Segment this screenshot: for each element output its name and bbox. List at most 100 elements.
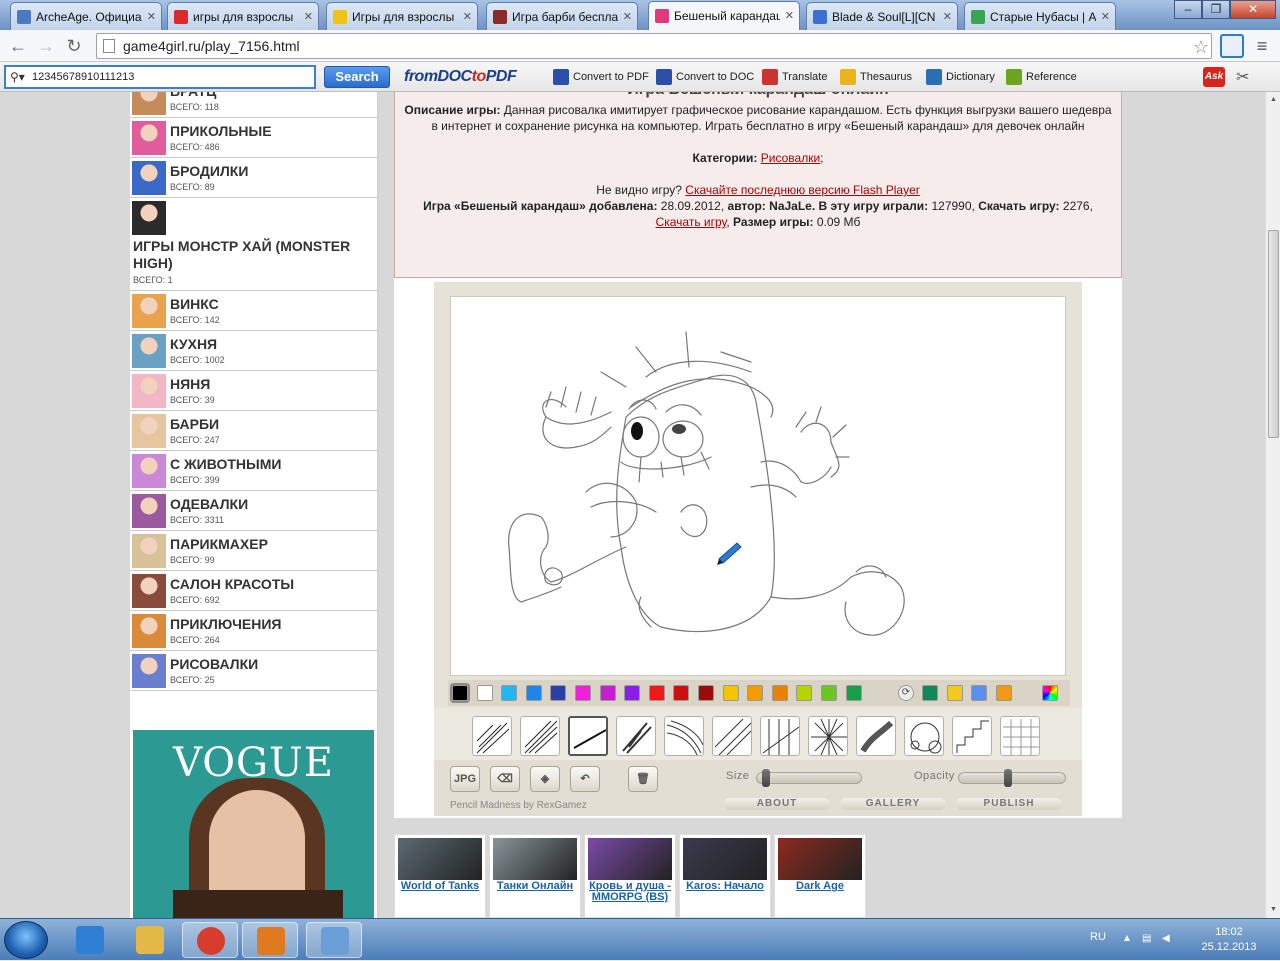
related-game-link[interactable]: Dark Age: [775, 881, 865, 892]
address-bar[interactable]: game4girl.ru/play_7156.html ☆: [96, 33, 1212, 59]
brush-circles[interactable]: [904, 716, 944, 756]
start-button-icon[interactable]: [4, 921, 48, 959]
trash-icon[interactable]: 🗑: [628, 766, 658, 792]
color-swatch[interactable]: [698, 685, 714, 701]
fromdoctopdf-logo[interactable]: fromDOCtoPDF: [404, 68, 517, 86]
taskbar-app-button[interactable]: [122, 922, 178, 958]
publish-button[interactable]: PUBLISH: [956, 798, 1062, 810]
ask-logo-icon[interactable]: Ask: [1203, 67, 1225, 87]
color-swatch[interactable]: [450, 683, 470, 703]
brush-radial[interactable]: [808, 716, 848, 756]
forward-button[interactable]: →: [34, 34, 58, 58]
sidebar-category[interactable]: ПРИКЛЮЧЕНИЯ ВСЕГО: 264: [130, 611, 378, 651]
browser-tab[interactable]: Старые Нубасы | A ✕: [964, 2, 1116, 30]
close-button[interactable]: ✕: [1230, 0, 1276, 19]
color-swatch[interactable]: [599, 685, 616, 701]
related-game-link[interactable]: World of Tanks: [395, 881, 485, 892]
extension-icon[interactable]: [1220, 34, 1244, 58]
taskbar-app-button[interactable]: [182, 922, 238, 958]
sidebar-category[interactable]: КУХНЯ ВСЕГО: 1002: [130, 331, 378, 371]
color-swatch[interactable]: [575, 685, 591, 701]
scrollbar-thumb[interactable]: [1268, 230, 1279, 438]
ask-toolbar-item[interactable]: Convert to PDF: [553, 69, 649, 85]
bookmark-star-icon[interactable]: ☆: [1193, 35, 1209, 59]
color-swatch[interactable]: [922, 685, 938, 701]
sidebar-category[interactable]: САЛОН КРАСОТЫ ВСЕГО: 692: [130, 571, 378, 611]
brush-grid[interactable]: [1000, 716, 1040, 756]
toolbar-settings-icon[interactable]: ✂: [1236, 67, 1249, 87]
size-slider-knob[interactable]: [761, 769, 770, 787]
brush-lines[interactable]: [712, 716, 752, 756]
sidebar-category[interactable]: НЯНЯ ВСЕГО: 39: [130, 371, 378, 411]
related-game-card[interactable]: World of Tanks: [394, 834, 486, 918]
drawing-canvas[interactable]: [450, 296, 1066, 676]
sidebar-category[interactable]: С ЖИВОТНЫМИ ВСЕГО: 399: [130, 451, 378, 491]
minimize-button[interactable]: –: [1174, 0, 1202, 19]
browser-tab[interactable]: Игры для взрослы ✕: [326, 2, 478, 30]
brush-scribble[interactable]: [472, 716, 512, 756]
page-scrollbar[interactable]: ▲ ▼: [1265, 92, 1280, 918]
taskbar-app-button[interactable]: [62, 922, 118, 958]
volume-icon[interactable]: ◀: [1162, 933, 1174, 945]
back-button[interactable]: ←: [6, 34, 30, 58]
menu-wrench-icon[interactable]: ≡: [1250, 34, 1274, 58]
color-swatch[interactable]: [971, 685, 988, 701]
browser-tab[interactable]: игры для взрослы ✕: [167, 2, 319, 30]
related-game-link[interactable]: Karos: Начало: [680, 881, 770, 892]
opacity-slider[interactable]: [958, 769, 1066, 787]
related-game-thumbnail[interactable]: [588, 838, 672, 880]
opacity-slider-knob[interactable]: [1004, 769, 1012, 787]
gallery-button[interactable]: GALLERY: [840, 798, 946, 810]
download-game-link[interactable]: Скачать игру: [656, 215, 727, 229]
color-swatch[interactable]: [747, 685, 764, 701]
brush-curves[interactable]: [664, 716, 704, 756]
tray-arrow-icon[interactable]: ▲: [1122, 933, 1134, 945]
color-swatch[interactable]: [796, 685, 813, 701]
ask-toolbar-item[interactable]: Dictionary: [926, 69, 995, 85]
vogue-ad-banner[interactable]: VOGUE: [133, 730, 374, 918]
network-icon[interactable]: ▤: [1142, 933, 1154, 945]
size-slider[interactable]: [756, 769, 862, 787]
brush-smudge[interactable]: [856, 716, 896, 756]
ask-search-button[interactable]: Search: [324, 66, 390, 88]
color-swatch[interactable]: [845, 685, 862, 701]
color-swatch[interactable]: [525, 685, 542, 701]
tab-close-icon[interactable]: ✕: [1101, 10, 1110, 23]
tab-close-icon[interactable]: ✕: [943, 10, 952, 23]
color-swatch[interactable]: [946, 685, 963, 701]
color-swatch[interactable]: [673, 685, 690, 701]
color-swatch[interactable]: [995, 685, 1012, 701]
related-game-link[interactable]: Кровь и душа - MMORPG (BS): [585, 881, 675, 903]
eraser-icon[interactable]: ⌫: [490, 766, 520, 792]
related-game-card[interactable]: Кровь и душа - MMORPG (BS): [584, 834, 676, 918]
system-clock[interactable]: 18:02 25.12.2013: [1186, 925, 1272, 955]
sidebar-category[interactable]: ИГРЫ МОНСТР ХАЙ (MONSTER HIGH) ВСЕГО: 1: [130, 198, 378, 291]
undo-icon[interactable]: ↶: [570, 766, 600, 792]
sidebar-category[interactable]: БАРБИ ВСЕГО: 247: [130, 411, 378, 451]
color-swatch[interactable]: [550, 685, 567, 701]
brush-steps[interactable]: [952, 716, 992, 756]
brush-charcoal[interactable]: [616, 716, 656, 756]
reload-button[interactable]: ↻: [62, 34, 86, 58]
save-jpg-button[interactable]: JPG: [450, 766, 480, 792]
ask-toolbar-item[interactable]: Translate: [762, 69, 827, 85]
about-button[interactable]: ABOUT: [724, 798, 830, 810]
language-indicator[interactable]: RU: [1090, 931, 1106, 943]
ask-toolbar-item[interactable]: Reference: [1006, 69, 1077, 85]
taskbar-app-button[interactable]: [306, 922, 362, 958]
sidebar-category[interactable]: ПРИКОЛЬНЫЕ ВСЕГО: 486: [130, 118, 378, 158]
sidebar-category[interactable]: БРАТЦ ВСЕГО: 118: [130, 92, 378, 118]
fill-bucket-icon[interactable]: ◈: [530, 766, 560, 792]
tab-close-icon[interactable]: ✕: [463, 10, 472, 23]
related-game-thumbnail[interactable]: [398, 838, 482, 880]
brush-pencil-selected[interactable]: [568, 716, 608, 756]
tab-close-icon[interactable]: ✕: [147, 10, 156, 23]
brush-hatch[interactable]: [520, 716, 560, 756]
related-game-card[interactable]: Karos: Начало: [679, 834, 771, 918]
flash-player-link[interactable]: Скачайте последнюю версию Flash Player: [685, 183, 919, 197]
ask-search-input[interactable]: ⚲▾ 12345678910111213: [4, 65, 316, 89]
color-swatch[interactable]: [648, 685, 665, 701]
color-swatch[interactable]: [771, 685, 788, 701]
related-game-thumbnail[interactable]: [683, 838, 767, 880]
ask-toolbar-item[interactable]: Convert to DOC: [656, 69, 754, 85]
